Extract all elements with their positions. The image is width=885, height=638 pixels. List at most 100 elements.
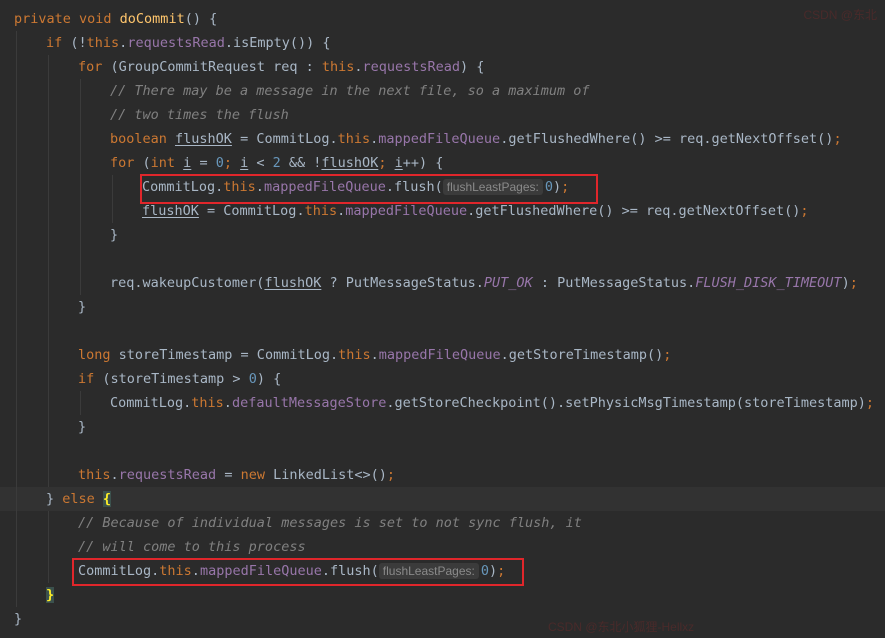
indent-guide	[48, 391, 49, 415]
code-token: mappedFileQueue	[263, 179, 386, 195]
parameter-hint: flushLeastPages:	[442, 179, 543, 195]
indent-guide	[48, 151, 49, 175]
code-line[interactable]	[0, 319, 885, 343]
code-token: requestsRead	[362, 59, 461, 75]
watermark-top-right: CSDN @东北	[803, 8, 877, 22]
code-token: CommitLog.	[142, 179, 224, 195]
code-line[interactable]	[0, 439, 885, 463]
code-line[interactable]: if (!this.requestsRead.isEmpty()) {	[0, 31, 885, 55]
code-line[interactable]: }	[0, 415, 885, 439]
code-line[interactable]: for (GroupCommitRequest req : this.reque…	[0, 55, 885, 79]
code-token: this	[191, 395, 224, 411]
code-line[interactable]: if (storeTimestamp > 0) {	[0, 367, 885, 391]
indent-guide	[16, 583, 17, 607]
code-line[interactable]	[0, 247, 885, 271]
code-line[interactable]: }	[0, 607, 885, 631]
code-token: private void	[14, 11, 120, 27]
code-token: for	[110, 155, 143, 171]
indent-guide	[48, 463, 49, 487]
indent-guide	[80, 103, 81, 127]
code-text: }	[78, 415, 86, 439]
code-line[interactable]: // two times the flush	[0, 103, 885, 127]
code-token: .getFlushedWhere() >= req.getNextOffset(…	[500, 131, 834, 147]
indent-guide	[16, 559, 17, 583]
code-token: LinkedList<>()	[273, 467, 387, 483]
indent-guide	[16, 439, 17, 463]
code-token: defaultMessageStore	[231, 395, 387, 411]
code-line[interactable]: long storeTimestamp = CommitLog.this.map…	[0, 343, 885, 367]
code-line[interactable]: private void doCommit() {	[0, 7, 885, 31]
code-line[interactable]: CommitLog.this.defaultMessageStore.getSt…	[0, 391, 885, 415]
code-token: 0	[215, 155, 224, 171]
indent-guide	[48, 271, 49, 295]
parameter-hint: flushLeastPages:	[378, 563, 479, 579]
code-token: PUT_OK	[483, 275, 533, 291]
code-token: ;	[497, 563, 506, 579]
code-line[interactable]: } else {	[0, 487, 885, 511]
code-token: .	[354, 59, 363, 75]
code-token: }	[14, 611, 23, 627]
code-line[interactable]: CommitLog.this.mappedFileQueue.flush(flu…	[0, 175, 885, 199]
indent-guide	[16, 175, 17, 199]
code-token: (!	[70, 35, 87, 51]
code-text: }	[46, 583, 55, 607]
code-token: this	[86, 35, 120, 51]
code-text: long storeTimestamp = CommitLog.this.map…	[78, 343, 671, 367]
code-text: }	[14, 607, 22, 631]
code-token: )	[552, 179, 562, 195]
code-line[interactable]: }	[0, 295, 885, 319]
indent-guide	[80, 199, 81, 223]
indent-guide	[16, 367, 17, 391]
code-token: 0	[248, 371, 257, 387]
code-token: =	[216, 467, 241, 483]
code-token: =	[191, 155, 216, 171]
code-line[interactable]: // Because of individual messages is set…	[0, 511, 885, 535]
code-token: ;	[849, 275, 858, 291]
code-line[interactable]: // There may be a message in the next fi…	[0, 79, 885, 103]
indent-guide	[80, 79, 81, 103]
indent-guide	[16, 55, 17, 79]
indent-guide	[48, 319, 49, 343]
indent-guide	[16, 127, 17, 151]
code-token: i	[394, 155, 403, 171]
code-token: req.wakeupCustomer(	[110, 275, 265, 291]
code-text: // Because of individual messages is set…	[78, 511, 582, 535]
code-line[interactable]: }	[0, 583, 885, 607]
code-line[interactable]: // will come to this process	[0, 535, 885, 559]
code-line[interactable]: this.requestsRead = new LinkedList<>();	[0, 463, 885, 487]
code-token: // There may be a message in the next fi…	[110, 83, 590, 99]
code-token: flushOK	[142, 203, 199, 219]
code-line[interactable]: boolean flushOK = CommitLog.this.mappedF…	[0, 127, 885, 151]
code-line[interactable]: req.wakeupCustomer(flushOK ? PutMessageS…	[0, 271, 885, 295]
indent-guide	[112, 199, 113, 223]
code-line[interactable]: for (int i = 0; i < 2 && !flushOK; i++) …	[0, 151, 885, 175]
watermark-bottom: CSDN @东北小狐狸-Hellxz	[548, 620, 695, 634]
code-token: doCommit	[119, 11, 185, 27]
code-token: && !	[280, 155, 322, 171]
code-token: if	[46, 35, 71, 51]
code-token: mappedFileQueue	[199, 563, 322, 579]
indent-guide	[48, 55, 49, 79]
code-token: .flush(	[321, 563, 379, 579]
code-token: }	[110, 227, 119, 243]
code-token: .	[191, 563, 200, 579]
code-token: this	[78, 467, 111, 483]
code-line[interactable]: flushOK = CommitLog.this.mappedFileQueue…	[0, 199, 885, 223]
code-token: requestsRead	[118, 467, 217, 483]
code-token: for	[78, 59, 111, 75]
code-token: .getStoreCheckpoint().setPhysicMsgTimest…	[386, 395, 866, 411]
code-line[interactable]: }	[0, 223, 885, 247]
indent-guide	[48, 343, 49, 367]
indent-guide	[48, 247, 49, 271]
code-token: CommitLog.	[78, 563, 160, 579]
indent-guide	[48, 223, 49, 247]
code-token: ;	[561, 179, 570, 195]
code-token: <	[248, 155, 273, 171]
code-token: this	[159, 563, 192, 579]
indent-guide	[80, 151, 81, 175]
code-token: = CommitLog.	[198, 203, 305, 219]
code-token: ? PutMessageStatus.	[321, 275, 484, 291]
code-editor[interactable]: private void doCommit() {if (!this.reque…	[0, 0, 885, 638]
indent-guide	[112, 175, 113, 199]
code-line[interactable]: CommitLog.this.mappedFileQueue.flush(flu…	[0, 559, 885, 583]
